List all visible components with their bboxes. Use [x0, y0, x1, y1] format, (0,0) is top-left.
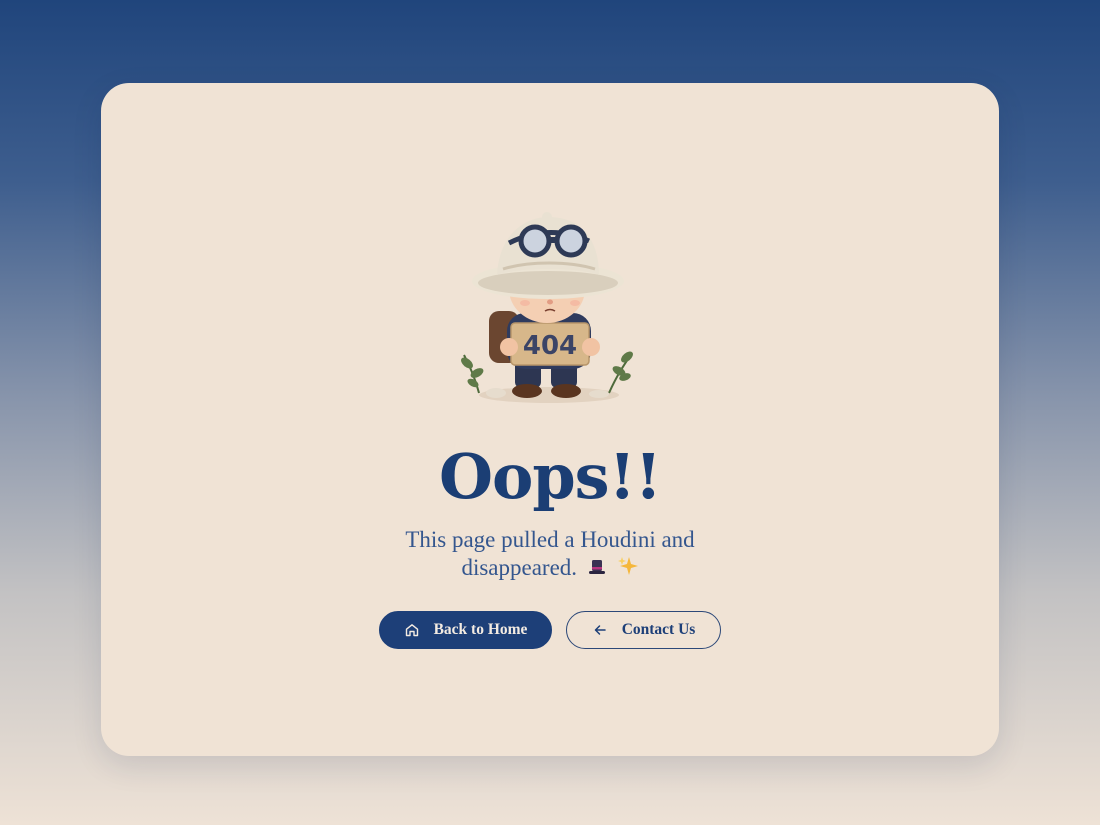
sign-code-text: 404	[523, 331, 577, 361]
page-title: Oops!!	[438, 440, 662, 513]
back-to-home-button[interactable]: Back to Home	[379, 611, 552, 649]
contact-us-button[interactable]: Contact Us	[566, 611, 721, 649]
home-icon	[404, 622, 420, 638]
error-message-line2: disappeared.	[461, 555, 578, 580]
contact-us-label: Contact Us	[621, 621, 696, 638]
explorer-404-illustration: 404	[461, 212, 633, 403]
arrow-left-icon	[592, 622, 608, 638]
back-to-home-label: Back to Home	[433, 621, 528, 638]
error-message-line1: This page pulled a Houdini and	[405, 527, 695, 552]
sparkles-icon	[617, 555, 639, 584]
error-message: This page pulled a Houdini and disappear…	[380, 526, 720, 584]
top-hat-icon	[587, 556, 607, 584]
error-card	[101, 83, 999, 756]
